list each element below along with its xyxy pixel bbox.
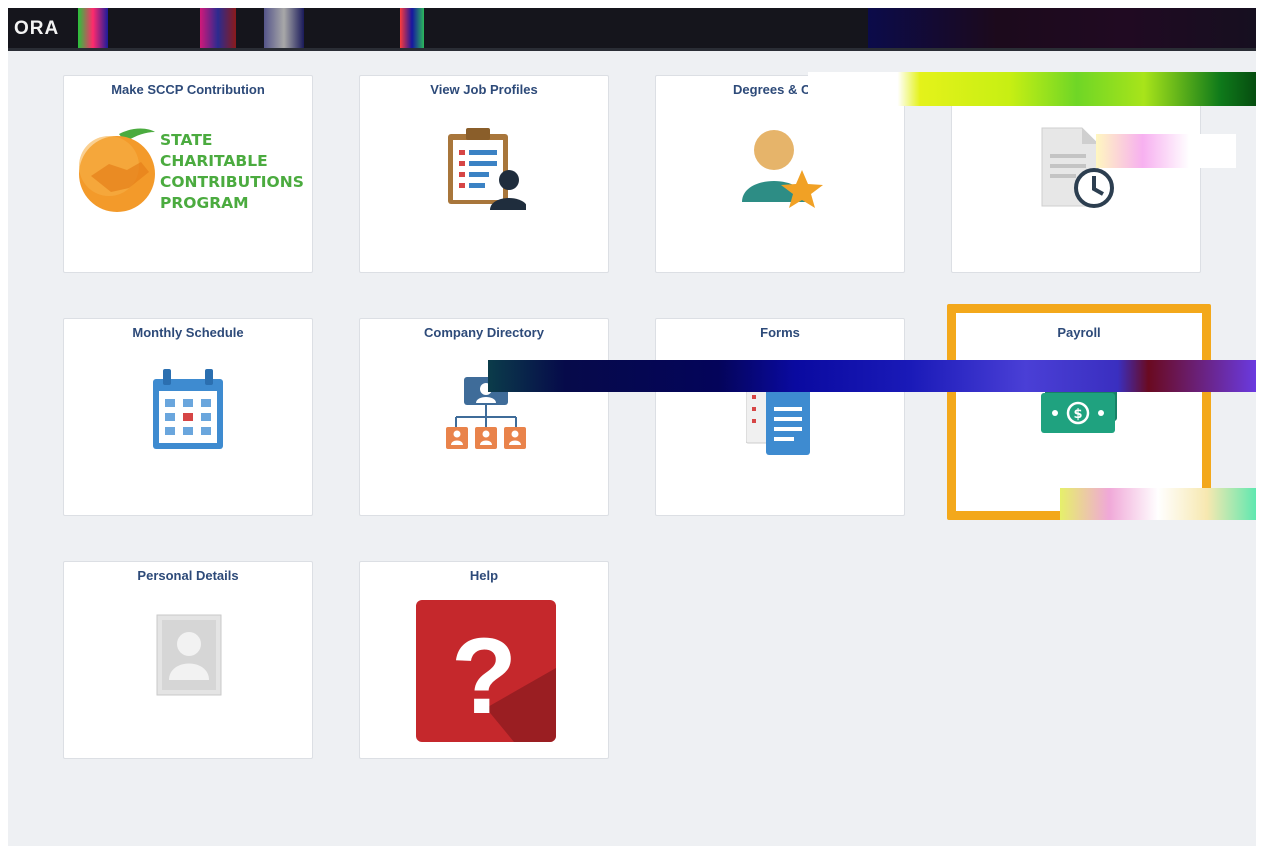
tile-title: Help xyxy=(469,568,499,583)
tile-title: Forms xyxy=(760,325,800,340)
tile-title: Personal Details xyxy=(137,568,239,583)
glitch-band-payroll xyxy=(1060,488,1256,520)
tile-make-sccp-contribution[interactable]: Make SCCP Contribution STATE CHARITABLE … xyxy=(63,75,313,273)
top-banner: ORA xyxy=(8,8,1256,51)
tile-title: Company Directory xyxy=(424,325,544,340)
person-star-icon xyxy=(742,130,823,208)
tile-monthly-schedule[interactable]: Monthly Schedule xyxy=(63,318,313,516)
oracle-logo: ORA xyxy=(14,18,60,39)
calendar-icon xyxy=(153,369,223,449)
sccp-logo-text: STATE CHARITABLE CONTRIBUTIONS PROGRAM xyxy=(160,130,304,214)
clipboard-person-icon xyxy=(448,128,526,210)
svg-text:$: $ xyxy=(1073,407,1082,422)
banner-noise xyxy=(200,8,236,48)
glitch-band-top xyxy=(808,72,1256,106)
tile-view-job-profiles[interactable]: View Job Profiles xyxy=(359,75,609,273)
avatar-placeholder-icon xyxy=(156,614,222,696)
tile-personal-details[interactable]: Personal Details xyxy=(63,561,313,759)
sccp-logo-line: PROGRAM xyxy=(160,194,249,212)
tile-title: View Job Profiles xyxy=(430,82,538,97)
banner-noise xyxy=(868,8,1256,48)
glitch-band-right xyxy=(1096,134,1236,168)
banner-noise xyxy=(78,8,108,48)
tile-help[interactable]: Help ? xyxy=(359,561,609,759)
help-question-icon: ? xyxy=(416,600,556,742)
sccp-logo-line: STATE xyxy=(160,131,213,149)
sccp-logo-line: CHARITABLE xyxy=(160,152,268,170)
tile-company-directory[interactable]: Company Directory xyxy=(359,318,609,516)
sccp-logo-line: CONTRIBUTIONS xyxy=(160,173,304,191)
tile-forms[interactable]: Forms xyxy=(655,318,905,516)
orange-handshake-logo-icon xyxy=(79,128,155,212)
tile-title: Monthly Schedule xyxy=(132,325,244,340)
tile-title: Payroll xyxy=(1057,325,1101,340)
glitch-band-middle xyxy=(488,360,1256,392)
banner-noise xyxy=(264,8,304,48)
homepage: ORA Make SCCP Contribution STATE CHARITA… xyxy=(8,8,1256,846)
banner-noise xyxy=(400,8,424,48)
tile-title: Make SCCP Contribution xyxy=(111,82,265,97)
svg-text:?: ? xyxy=(451,615,517,736)
